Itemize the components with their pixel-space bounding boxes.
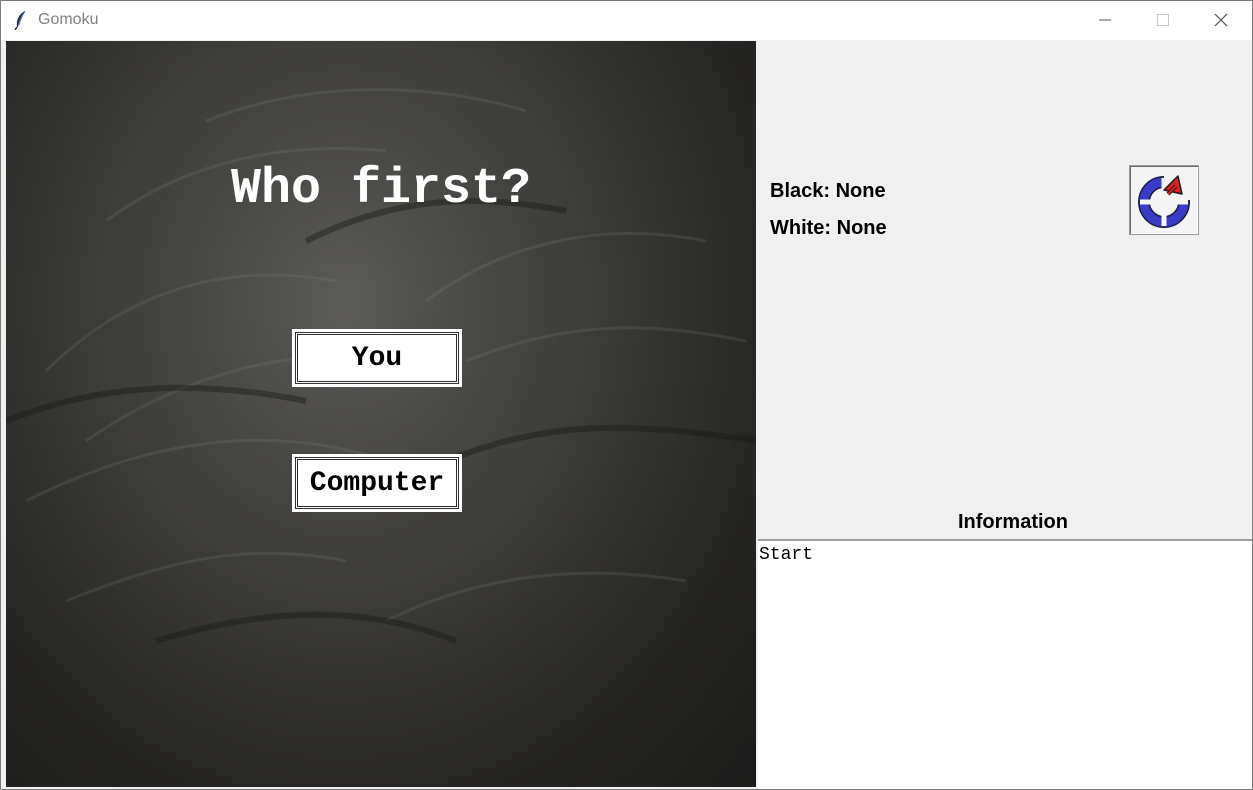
board-texture xyxy=(6,88,756,644)
feather-icon xyxy=(14,10,26,30)
information-textbox[interactable]: Start xyxy=(758,539,1252,789)
button-inner-border xyxy=(297,334,457,382)
title-bar[interactable]: Gomoku xyxy=(1,1,1252,40)
minimize-button[interactable] xyxy=(1077,1,1135,40)
close-icon xyxy=(1214,13,1228,27)
computer-first-button[interactable]: Computer xyxy=(292,454,462,512)
restart-button[interactable] xyxy=(1129,165,1199,235)
who-first-heading: Who first? xyxy=(230,161,532,218)
maximize-icon xyxy=(1157,14,1169,26)
window-title: Gomoku xyxy=(38,11,99,28)
game-board[interactable]: Who first? You Computer xyxy=(6,41,756,787)
information-heading: Information xyxy=(958,511,1068,533)
restart-icon xyxy=(1138,175,1190,228)
app-window: Gomoku Who first? You Computer Black: No… xyxy=(0,0,1253,790)
maximize-button[interactable] xyxy=(1135,1,1193,40)
close-button[interactable] xyxy=(1193,1,1251,40)
side-panel: Black: None White: None Information Star… xyxy=(758,41,1252,789)
information-log-text: Start xyxy=(759,545,814,565)
button-inner-border xyxy=(297,459,457,507)
you-first-button[interactable]: You xyxy=(292,329,462,387)
black-player-label: Black: None xyxy=(770,180,886,202)
minimize-icon xyxy=(1099,19,1111,21)
white-player-label: White: None xyxy=(770,217,887,239)
